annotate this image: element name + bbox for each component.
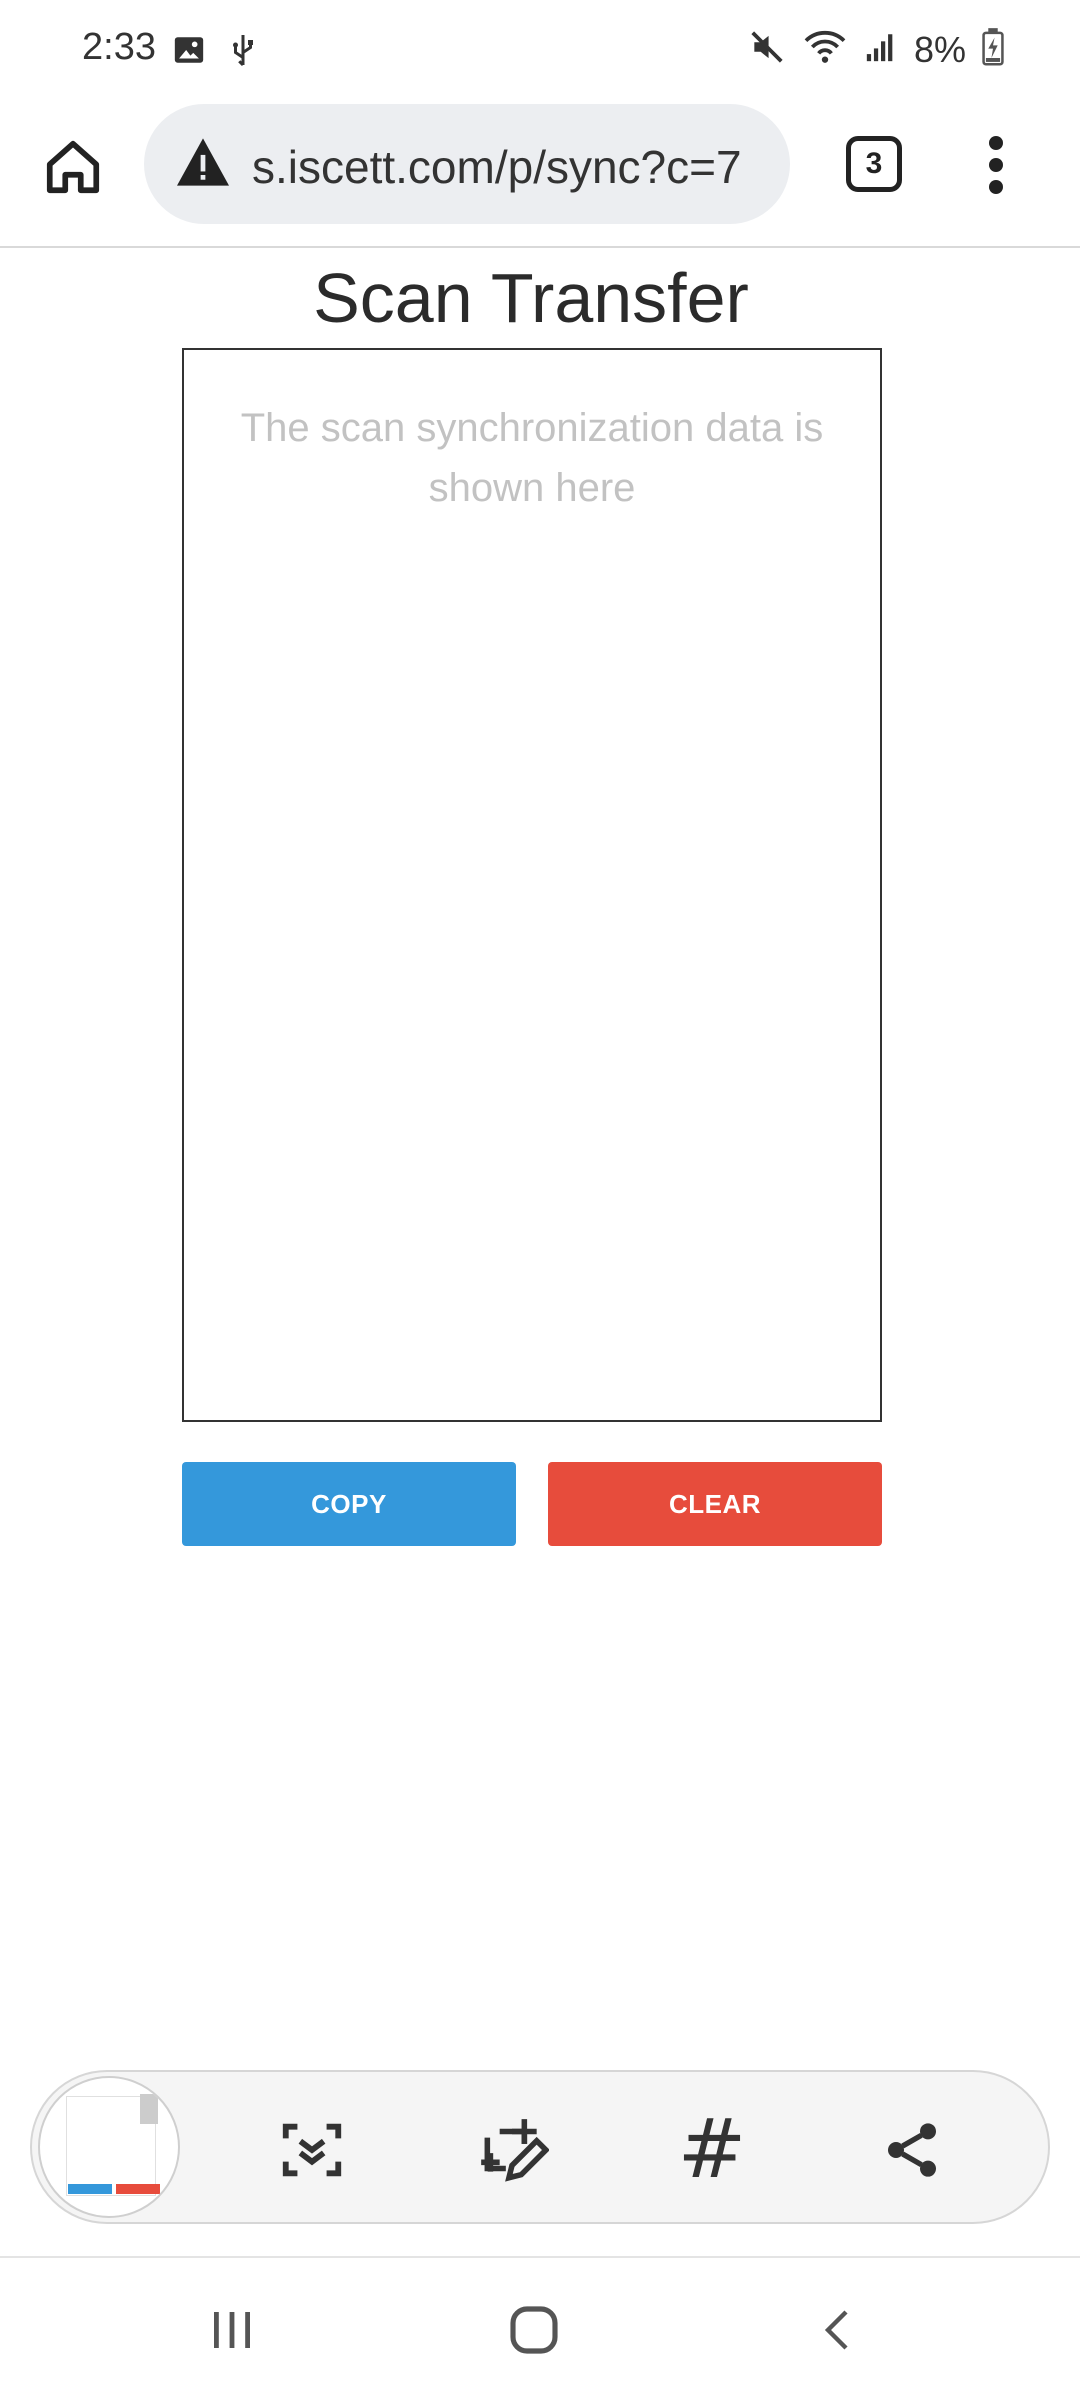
menu-dot: [989, 158, 1003, 172]
signal-icon: [864, 30, 898, 69]
status-right-icons: 8%: [748, 28, 1004, 71]
hashtag-icon: #: [677, 2102, 747, 2197]
recent-apps-button[interactable]: [192, 2300, 272, 2360]
browser-toolbar: s.iscett.com/p/sync?c=7 3: [0, 100, 1080, 248]
home-icon: [46, 140, 100, 194]
warning-icon[interactable]: [174, 136, 232, 193]
home-nav-icon: [510, 2306, 558, 2354]
thumbnail-copy-mark: [68, 2184, 112, 2194]
home-button[interactable]: [38, 132, 108, 202]
screenshot-thumbnail[interactable]: [38, 2076, 180, 2218]
page-title: Scan Transfer: [313, 259, 749, 337]
thumbnail-fold: [140, 2094, 158, 2124]
thumbnail-clear-mark: [116, 2184, 160, 2194]
more-vert-icon[interactable]: [970, 130, 1022, 200]
screenshot-toolbar: #: [30, 2070, 1050, 2224]
copy-button[interactable]: COPY: [182, 1462, 516, 1546]
back-icon: [824, 2310, 848, 2350]
status-time: 2:33: [82, 26, 156, 68]
hashtag-button[interactable]: #: [672, 2102, 752, 2197]
scroll-capture-button[interactable]: [272, 2110, 352, 2190]
usb-icon: [228, 32, 258, 73]
image-icon: [172, 33, 206, 72]
url-bar[interactable]: s.iscett.com/p/sync?c=7: [144, 104, 790, 224]
battery-charging-icon: [982, 28, 1004, 71]
url-text[interactable]: s.iscett.com/p/sync?c=7: [252, 140, 772, 194]
status-left-icons: [172, 32, 258, 73]
back-button[interactable]: [798, 2300, 878, 2360]
share-icon: [888, 2123, 936, 2177]
draw-icon: [481, 2119, 549, 2182]
menu-dot: [989, 136, 1003, 150]
share-button[interactable]: [872, 2110, 952, 2190]
status-bar: 2:33 8%: [0, 0, 1080, 100]
recent-apps-icon: [214, 2312, 250, 2348]
wifi-icon: [802, 28, 848, 71]
home-nav-button[interactable]: [494, 2300, 574, 2360]
draw-button[interactable]: [472, 2110, 552, 2190]
navigation-bar: [0, 2256, 1080, 2400]
clear-button[interactable]: CLEAR: [548, 1462, 882, 1546]
menu-dot: [989, 180, 1003, 194]
tab-switcher-button[interactable]: 3: [846, 136, 902, 192]
mute-icon: [748, 28, 786, 71]
battery-percent: 8%: [913, 28, 966, 70]
scroll-capture-icon: [282, 2123, 342, 2177]
scan-data-textarea[interactable]: [182, 348, 882, 1422]
